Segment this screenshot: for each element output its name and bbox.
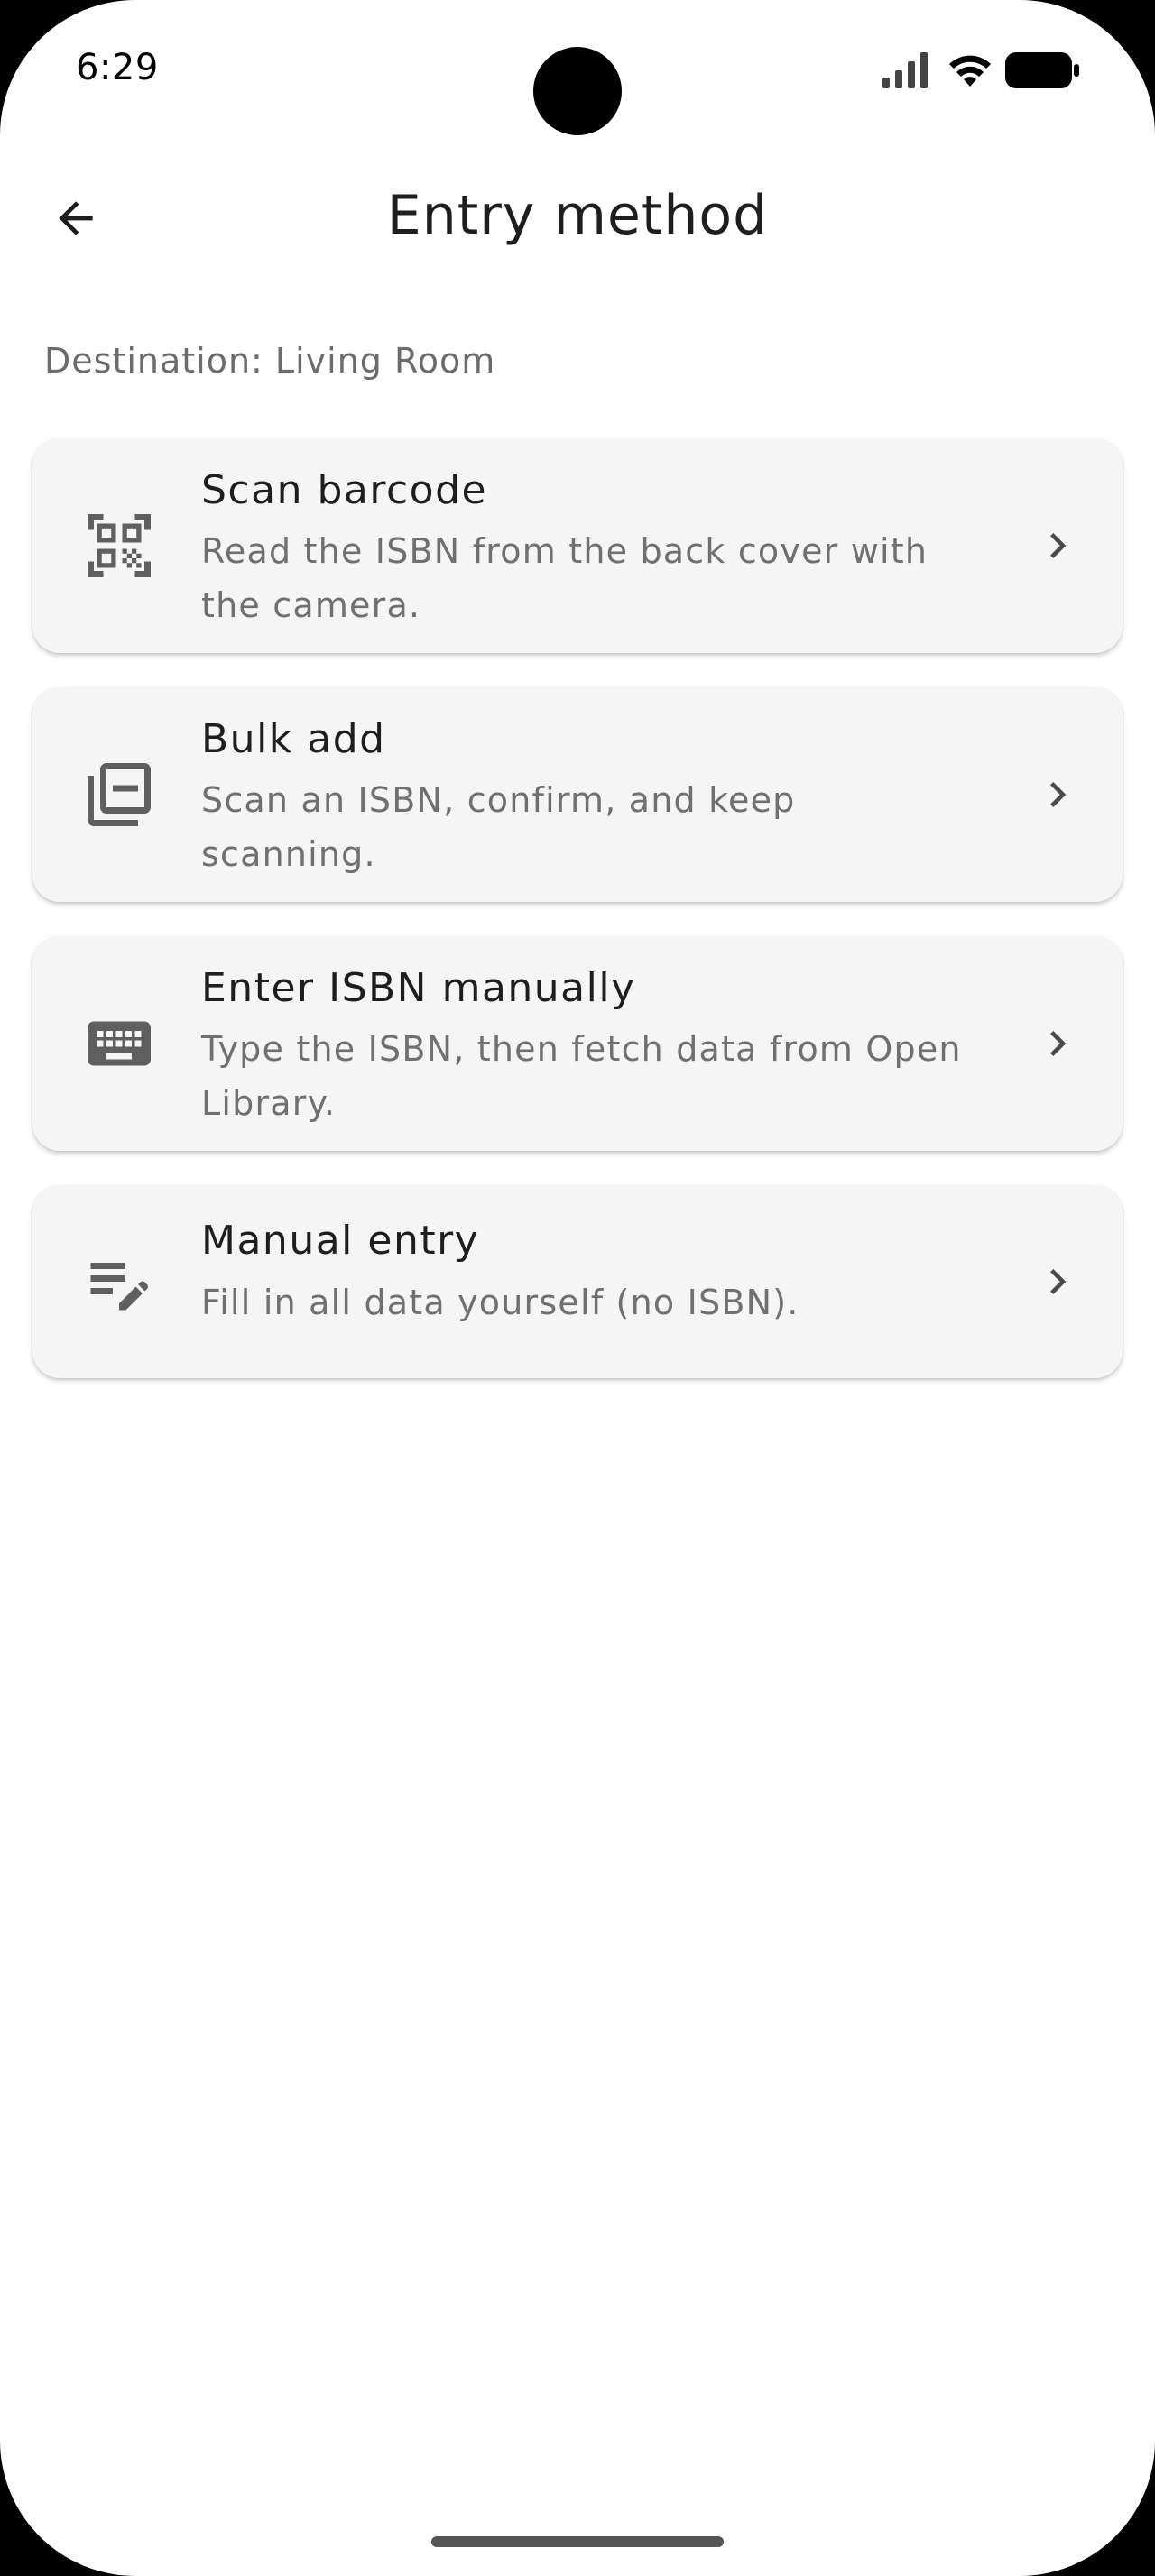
keyboard-icon (88, 1021, 151, 1066)
signal-icon (882, 52, 928, 88)
screen: 6:29 Entry method Destination: Living Ro… (0, 0, 1155, 2576)
home-indicator[interactable] (431, 2536, 724, 2547)
app-bar: Entry method (0, 162, 1155, 271)
page-title: Entry method (386, 184, 769, 247)
status-bar: 6:29 (0, 0, 1155, 135)
option-title: Bulk add (201, 716, 386, 762)
edit-note-icon (90, 1263, 148, 1311)
qr-code-scanner-icon (88, 514, 151, 577)
option-bulk-add[interactable]: Bulk add Scan an ISBN, confirm, and keep… (32, 687, 1123, 902)
option-subtitle: Type the ISBN, then fetch data from Open… (201, 1029, 962, 1123)
wifi-icon (949, 55, 991, 87)
status-time: 6:29 (76, 47, 159, 88)
option-title: Scan barcode (201, 467, 488, 513)
battery-icon (1005, 52, 1079, 88)
option-subtitle: Scan an ISBN, confirm, and keep scanning… (201, 780, 796, 874)
option-manual-entry[interactable]: Manual entry Fill in all data yourself (… (32, 1185, 1123, 1378)
chevron-right-icon (1050, 533, 1067, 558)
option-title: Enter ISBN manually (201, 965, 636, 1011)
chevron-right-icon (1050, 1031, 1067, 1056)
destination-label: Destination: Living Room (44, 341, 496, 381)
chevron-right-icon (1050, 1269, 1067, 1294)
option-subtitle: Fill in all data yourself (no ISBN). (201, 1283, 799, 1322)
option-title: Manual entry (201, 1218, 480, 1264)
option-scan-barcode[interactable]: Scan barcode Read the ISBN from the back… (32, 438, 1123, 653)
option-enter-isbn-manually[interactable]: Enter ISBN manually Type the ISBN, then … (32, 936, 1123, 1151)
chevron-right-icon (1050, 782, 1067, 807)
camera-cutout (533, 47, 622, 135)
option-subtitle: Read the ISBN from the back cover with t… (201, 531, 929, 625)
library-add-icon (88, 763, 151, 826)
